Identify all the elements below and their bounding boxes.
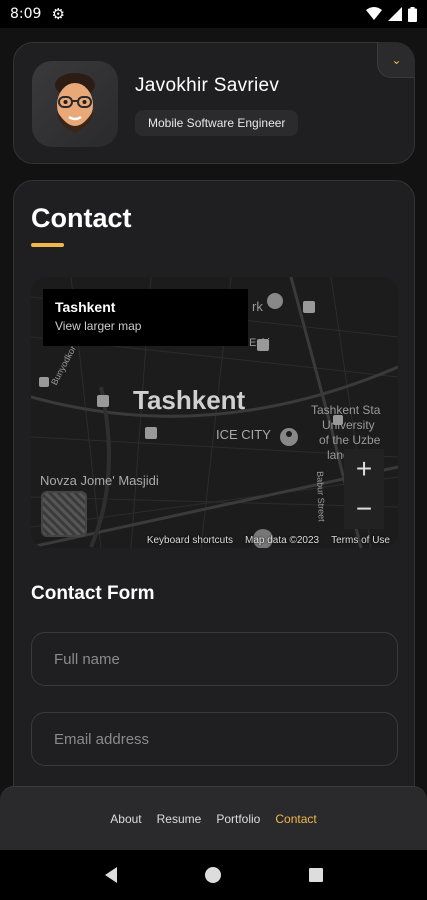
nav-item-about[interactable]: About [110,812,141,826]
wifi-icon [366,7,382,20]
profile-card: Javokhir Savriev Mobile Software Enginee… [13,42,415,164]
terms-of-use-link[interactable]: Terms of Use [331,535,390,546]
avatar [32,61,118,147]
profile-name: Javokhir Savriev [135,75,280,96]
nav-item-portfolio[interactable]: Portfolio [216,812,260,826]
status-time: 8:09 [10,6,42,22]
map-zoom-controls: + − [344,449,384,529]
satellite-toggle-button[interactable] [41,491,87,537]
system-navigation-bar [0,850,427,900]
map-label-park: rk [252,299,263,314]
zoom-out-button[interactable]: − [356,493,372,525]
view-larger-map-link[interactable]: View larger map [55,319,236,333]
map-label-university-2: University [322,418,375,432]
map-data-attribution: Map data ©2023 [245,534,320,546]
status-bar: 8:09 ⚙ [0,0,427,28]
map-label-university-3: of the Uzbe [319,433,381,447]
map-city-label: Tashkent [133,385,246,415]
map-footer: Keyboard shortcuts Map data ©2023 Terms … [31,532,398,548]
battery-icon [408,6,417,22]
contact-form-title: Contact Form [31,583,155,604]
expand-profile-button[interactable]: ⌄ [377,42,415,78]
bottom-navigation: About Resume Portfolio Contact [0,786,427,850]
page-title: Contact [31,203,132,233]
back-icon[interactable] [103,866,119,884]
nav-item-contact[interactable]: Contact [275,812,316,826]
home-icon[interactable] [204,866,222,884]
memoji-avatar-icon [55,73,95,133]
embedded-map[interactable]: rk Eski ICE CITY Novza Jome' Masjidi Tas… [31,277,398,548]
title-underline [31,243,64,247]
map-place-popup: Tashkent View larger map [43,289,248,346]
nav-item-resume[interactable]: Resume [157,812,202,826]
cellular-signal-icon [388,7,402,21]
full-name-input[interactable]: Full name [31,632,398,686]
map-popup-place: Tashkent [55,299,116,315]
status-icons [366,6,417,22]
profile-title-badge: Mobile Software Engineer [135,110,299,136]
chevron-down-icon: ⌄ [391,52,402,67]
email-input[interactable]: Email address [31,712,398,766]
map-label-novza: Novza Jome' Masjidi [40,473,159,488]
settings-gear-icon: ⚙ [51,6,65,23]
keyboard-shortcuts-link[interactable]: Keyboard shortcuts [147,535,233,546]
recents-icon[interactable] [308,867,324,883]
zoom-in-button[interactable]: + [356,453,372,485]
map-label-university-1: Tashkent Sta [311,403,381,417]
map-label-babur: Babur Street [315,471,327,522]
map-label-ice-city: ICE CITY [216,427,271,442]
contact-section-card: Contact rk Eski ICE CITY Novza Jome' Mas… [13,180,415,840]
map-label-eski: Eski [249,337,270,349]
